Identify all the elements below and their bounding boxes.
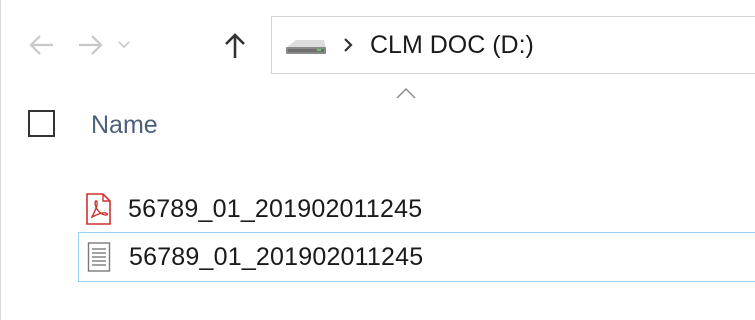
breadcrumb-location[interactable]: CLM DOC (D:) <box>370 31 534 60</box>
file-row[interactable]: 56789_01_201902011245 <box>78 232 755 282</box>
file-name: 56789_01_201902011245 <box>129 242 424 271</box>
file-row[interactable]: 56789_01_201902011245 <box>78 184 755 234</box>
back-button[interactable] <box>23 14 59 76</box>
arrow-right-icon <box>79 35 103 55</box>
address-bar[interactable]: CLM DOC (D:) <box>271 16 755 74</box>
pdf-file-icon <box>84 192 112 226</box>
arrow-left-icon <box>29 35 53 55</box>
text-file-icon <box>85 240 113 274</box>
up-button[interactable] <box>215 14 255 76</box>
drive-icon <box>284 30 330 60</box>
file-name: 56789_01_201902011245 <box>128 194 423 223</box>
file-explorer-window: CLM DOC (D:) Name 56789_01_201902011245 <box>0 0 755 320</box>
forward-button[interactable] <box>71 14 111 76</box>
navigation-bar: CLM DOC (D:) <box>1 14 755 76</box>
column-header-name[interactable]: Name <box>91 111 158 140</box>
chevron-down-icon <box>118 41 130 49</box>
arrow-up-icon <box>225 33 245 58</box>
chevron-right-icon[interactable] <box>338 30 358 60</box>
recent-locations-button[interactable] <box>113 14 135 76</box>
select-all-checkbox[interactable] <box>28 110 55 137</box>
chevron-up-icon <box>395 86 417 100</box>
